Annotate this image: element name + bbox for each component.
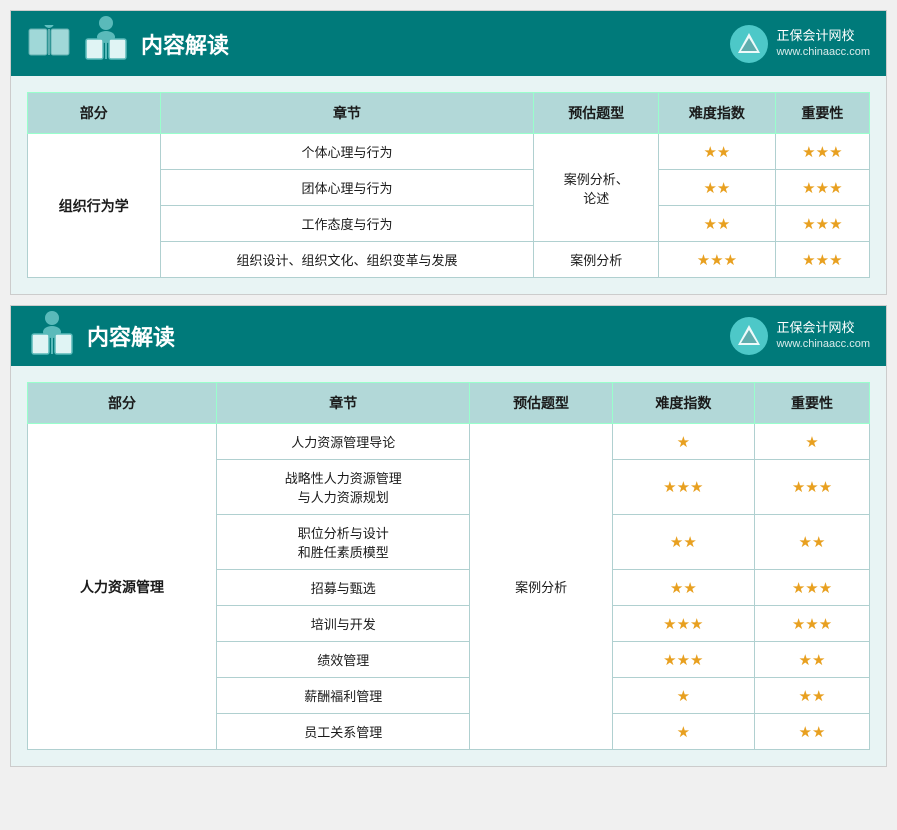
importance-cell: ★★ bbox=[754, 515, 869, 570]
logo-icon-2 bbox=[730, 317, 768, 355]
difficulty-cell: ★★★ bbox=[612, 642, 754, 678]
chapter-cell: 培训与开发 bbox=[217, 606, 470, 642]
person-book-icon-1 bbox=[81, 15, 131, 63]
part-cell-2: 人力资源管理 bbox=[28, 424, 217, 750]
panel-2-body: 部分 章节 预估题型 难度指数 重要性 人力资源管理 人力资源管理导论 案例分析… bbox=[11, 366, 886, 766]
book-icon bbox=[27, 25, 71, 63]
type-cell: 案例分析 bbox=[534, 242, 659, 278]
type-cell: 案例分析、论述 bbox=[534, 134, 659, 242]
panel-1-header-left: 内容解读 bbox=[27, 19, 229, 68]
chapter-cell: 人力资源管理导论 bbox=[217, 424, 470, 460]
col-header-importance-2: 重要性 bbox=[754, 383, 869, 424]
panel-1: 内容解读 正保会计网校 www.chinaacc.com 部分 章节 预估题型 … bbox=[10, 10, 887, 295]
col-header-difficulty-2: 难度指数 bbox=[612, 383, 754, 424]
chapter-cell: 团体心理与行为 bbox=[160, 170, 534, 206]
chapter-cell: 薪酬福利管理 bbox=[217, 678, 470, 714]
col-header-chapter-1: 章节 bbox=[160, 93, 534, 134]
difficulty-cell: ★★ bbox=[659, 206, 776, 242]
difficulty-cell: ★★★ bbox=[659, 242, 776, 278]
chapter-cell: 员工关系管理 bbox=[217, 714, 470, 750]
panel-1-header: 内容解读 正保会计网校 www.chinaacc.com bbox=[11, 11, 886, 76]
difficulty-cell: ★★ bbox=[612, 515, 754, 570]
panel-2-table: 部分 章节 预估题型 难度指数 重要性 人力资源管理 人力资源管理导论 案例分析… bbox=[27, 382, 870, 750]
difficulty-cell: ★★ bbox=[659, 134, 776, 170]
panel-2-header-left: 内容解读 bbox=[27, 314, 175, 358]
panel-2-header: 内容解读 正保会计网校 www.chinaacc.com bbox=[11, 306, 886, 366]
difficulty-cell: ★★★ bbox=[612, 606, 754, 642]
panel-2-logo: 正保会计网校 www.chinaacc.com bbox=[730, 317, 870, 355]
table-row: 组织行为学 个体心理与行为 案例分析、论述 ★★ ★★★ bbox=[28, 134, 870, 170]
chapter-cell: 工作态度与行为 bbox=[160, 206, 534, 242]
importance-cell: ★★★ bbox=[775, 206, 869, 242]
importance-cell: ★★★ bbox=[775, 134, 869, 170]
chapter-cell: 战略性人力资源管理与人力资源规划 bbox=[217, 460, 470, 515]
col-header-difficulty-1: 难度指数 bbox=[659, 93, 776, 134]
difficulty-cell: ★★★ bbox=[612, 460, 754, 515]
importance-cell: ★★ bbox=[754, 714, 869, 750]
panel-1-logo-text: 正保会计网校 www.chinaacc.com bbox=[776, 27, 870, 61]
chapter-cell: 个体心理与行为 bbox=[160, 134, 534, 170]
difficulty-cell: ★★ bbox=[612, 570, 754, 606]
chapter-cell: 招募与甄选 bbox=[217, 570, 470, 606]
importance-cell: ★★★ bbox=[754, 606, 869, 642]
panel-1-logo: 正保会计网校 www.chinaacc.com bbox=[730, 25, 870, 63]
importance-cell: ★★★ bbox=[775, 242, 869, 278]
logo-icon-1 bbox=[730, 25, 768, 63]
panel-2-logo-text: 正保会计网校 www.chinaacc.com bbox=[776, 319, 870, 353]
col-header-type-2: 预估题型 bbox=[470, 383, 612, 424]
panel-1-table: 部分 章节 预估题型 难度指数 重要性 组织行为学 个体心理与行为 案例分析、论… bbox=[27, 92, 870, 278]
col-header-importance-1: 重要性 bbox=[775, 93, 869, 134]
importance-cell: ★★★ bbox=[754, 570, 869, 606]
panel-2: 内容解读 正保会计网校 www.chinaacc.com 部分 章节 预估题型 … bbox=[10, 305, 887, 767]
importance-cell: ★★ bbox=[754, 678, 869, 714]
chapter-cell: 组织设计、组织文化、组织变革与发展 bbox=[160, 242, 534, 278]
difficulty-cell: ★ bbox=[612, 424, 754, 460]
type-cell: 案例分析 bbox=[470, 424, 612, 750]
col-header-chapter-2: 章节 bbox=[217, 383, 470, 424]
chapter-cell: 职位分析与设计和胜任素质模型 bbox=[217, 515, 470, 570]
part-cell-1: 组织行为学 bbox=[28, 134, 161, 278]
panel-2-title: 内容解读 bbox=[87, 320, 175, 352]
importance-cell: ★ bbox=[754, 424, 869, 460]
panel-1-title: 内容解读 bbox=[141, 28, 229, 60]
difficulty-cell: ★ bbox=[612, 714, 754, 750]
importance-cell: ★★ bbox=[754, 642, 869, 678]
difficulty-cell: ★ bbox=[612, 678, 754, 714]
person-book-icon-2 bbox=[27, 310, 77, 358]
col-header-part-1: 部分 bbox=[28, 93, 161, 134]
col-header-part-2: 部分 bbox=[28, 383, 217, 424]
col-header-type-1: 预估题型 bbox=[534, 93, 659, 134]
importance-cell: ★★★ bbox=[775, 170, 869, 206]
importance-cell: ★★★ bbox=[754, 460, 869, 515]
panel-1-body: 部分 章节 预估题型 难度指数 重要性 组织行为学 个体心理与行为 案例分析、论… bbox=[11, 76, 886, 294]
difficulty-cell: ★★ bbox=[659, 170, 776, 206]
table-row: 人力资源管理 人力资源管理导论 案例分析 ★ ★ bbox=[28, 424, 870, 460]
chapter-cell: 绩效管理 bbox=[217, 642, 470, 678]
